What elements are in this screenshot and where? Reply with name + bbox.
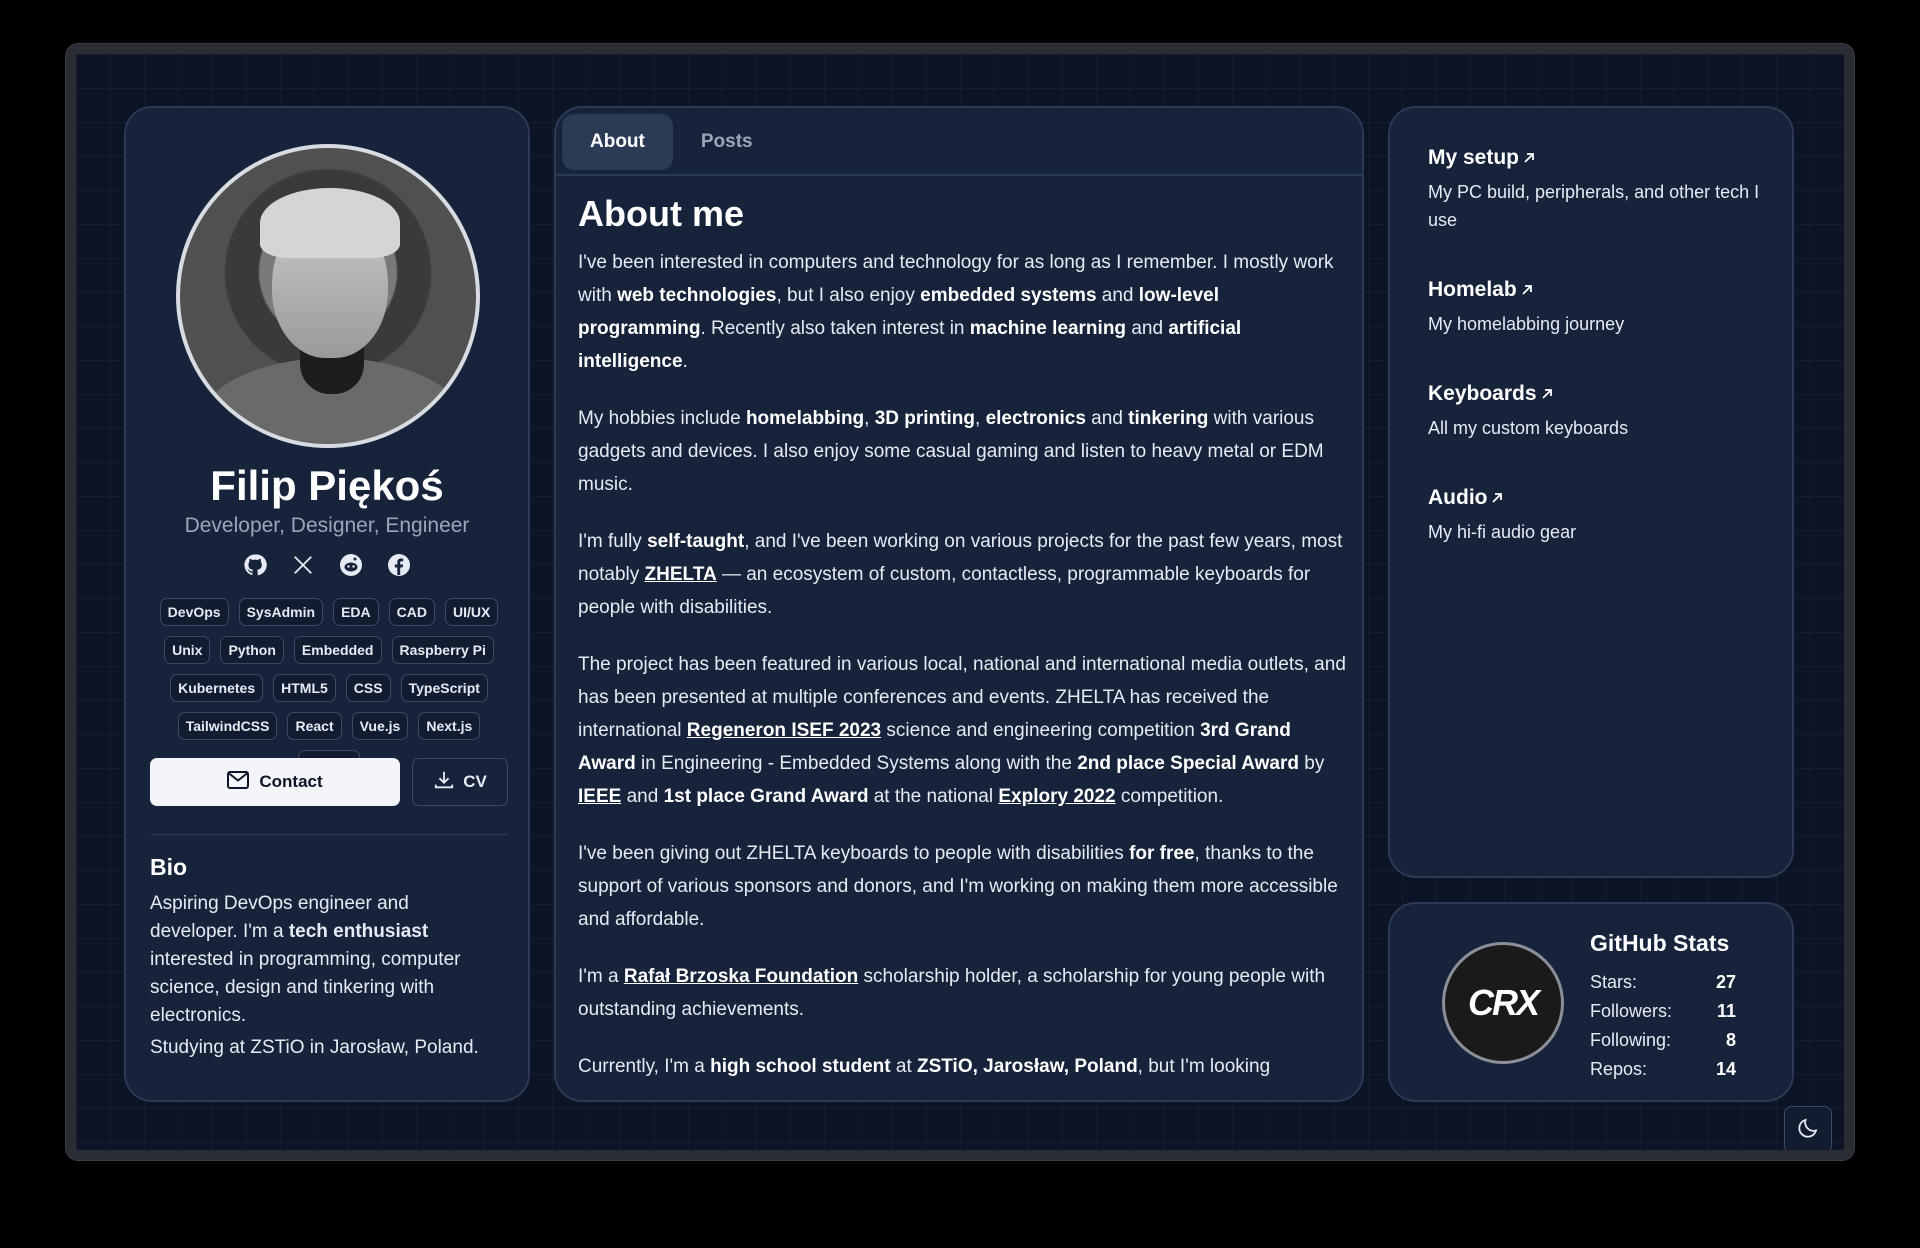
github-stats-list: Stars: 27 Followers: 11 Following: 8 Repos:…	[1590, 968, 1736, 1084]
skill-tag: Raspberry Pi	[391, 636, 494, 664]
content-card: About Posts About me I've been intereste…	[554, 106, 1364, 1102]
links-card: My setup My PC build, peripherals, and o…	[1388, 106, 1794, 878]
about-content: About me I've been interested in compute…	[578, 192, 1348, 1100]
arrow-up-right-icon	[1521, 278, 1533, 302]
link-my-setup[interactable]: My setup My PC build, peripherals, and o…	[1428, 146, 1768, 234]
theme-toggle-button[interactable]	[1784, 1106, 1832, 1150]
social-links	[126, 552, 528, 578]
app-window: Filip Piękoś Developer, Designer, Engine…	[66, 44, 1854, 1160]
skill-tag: UI/UX	[444, 598, 499, 626]
ieee-link[interactable]: IEEE	[578, 786, 621, 807]
moon-icon	[1796, 1116, 1820, 1145]
profile-card: Filip Piękoś Developer, Designer, Engine…	[124, 106, 530, 1102]
about-paragraph: Currently, I'm a high school student at …	[578, 1056, 1271, 1077]
profile-subtitle: Developer, Designer, Engineer	[184, 514, 470, 537]
link-audio[interactable]: Audio My hi-fi audio gear	[1428, 486, 1768, 546]
contact-button[interactable]: Contact	[150, 758, 400, 806]
skill-tag: HTML5	[273, 674, 336, 702]
about-paragraph: The project has been featured in various…	[578, 654, 1346, 807]
github-avatar-logo: CRX	[1442, 942, 1564, 1064]
explory-link[interactable]: Explory 2022	[998, 786, 1115, 807]
skill-tag: React	[287, 712, 342, 740]
about-paragraph: I've been interested in computers and te…	[578, 252, 1334, 372]
tab-bar: About Posts	[562, 114, 781, 170]
github-stats-card: CRX GitHub Stats Stars: 27 Followers: 11 F…	[1388, 902, 1794, 1102]
about-paragraph: My hobbies include homelabbing, 3D print…	[578, 408, 1324, 495]
stat-row: Stars: 27	[1590, 972, 1736, 992]
skill-tag: Unix	[164, 636, 211, 664]
arrow-up-right-icon	[1523, 146, 1535, 170]
isef-link[interactable]: Regeneron ISEF 2023	[687, 720, 881, 741]
link-keyboards[interactable]: Keyboards All my custom keyboards	[1428, 382, 1768, 442]
download-icon	[433, 769, 455, 796]
github-stats-title: GitHub Stats	[1590, 930, 1730, 956]
stat-row: Followers: 11	[1590, 1001, 1736, 1021]
skill-tag: TailwindCSS	[177, 712, 278, 740]
github-icon[interactable]	[242, 552, 268, 578]
avatar	[176, 144, 480, 448]
about-paragraph: I'm fully self-taught, and I've been wor…	[578, 531, 1343, 618]
skill-tag: SysAdmin	[238, 598, 324, 626]
stat-row: Repos: 14	[1590, 1059, 1736, 1079]
profile-name: Filip Piękoś	[210, 462, 444, 509]
skill-tag: CAD	[388, 598, 435, 626]
tabs-divider	[556, 174, 1362, 176]
reddit-icon[interactable]	[338, 552, 364, 578]
arrow-up-right-icon	[1541, 382, 1553, 406]
cv-download-button[interactable]: CV	[412, 758, 508, 806]
skill-tag: Kubernetes	[170, 674, 264, 702]
x-icon[interactable]	[290, 552, 316, 578]
cv-label: CV	[463, 772, 487, 791]
skill-tag: EDA	[333, 598, 379, 626]
foundation-link[interactable]: Rafał Brzoska Foundation	[624, 966, 858, 987]
skill-tag: Embedded	[293, 636, 382, 664]
tab-about[interactable]: About	[562, 114, 673, 170]
facebook-icon[interactable]	[386, 552, 412, 578]
zhelta-link[interactable]: ZHELTA	[645, 564, 717, 585]
stat-row: Following: 8	[1590, 1030, 1736, 1050]
skill-tag: TypeScript	[400, 674, 488, 702]
about-paragraph: I'm a Rafał Brzoska Foundation scholarsh…	[578, 966, 1326, 1020]
about-paragraph: I've been giving out ZHELTA keyboards to…	[578, 843, 1338, 930]
skill-tag: Vue.js	[351, 712, 409, 740]
arrow-up-right-icon	[1491, 486, 1503, 510]
about-heading: About me	[578, 193, 744, 234]
skill-tag: Next.js	[418, 712, 481, 740]
contact-label: Contact	[259, 772, 323, 791]
link-homelab[interactable]: Homelab My homelabbing journey	[1428, 278, 1768, 338]
bio-text: Aspiring DevOps engineer and developer. …	[150, 893, 479, 1058]
divider	[150, 834, 508, 835]
tab-posts[interactable]: Posts	[673, 114, 781, 170]
skill-tag: Python	[220, 636, 284, 664]
skill-tag: DevOps	[159, 598, 229, 626]
bio-title: Bio	[150, 854, 188, 880]
mail-icon	[227, 770, 250, 794]
skill-tags: DevOps SysAdmin EDA CAD UI/UX Unix Python Embed…	[146, 598, 512, 778]
skill-tag: CSS	[345, 674, 391, 702]
